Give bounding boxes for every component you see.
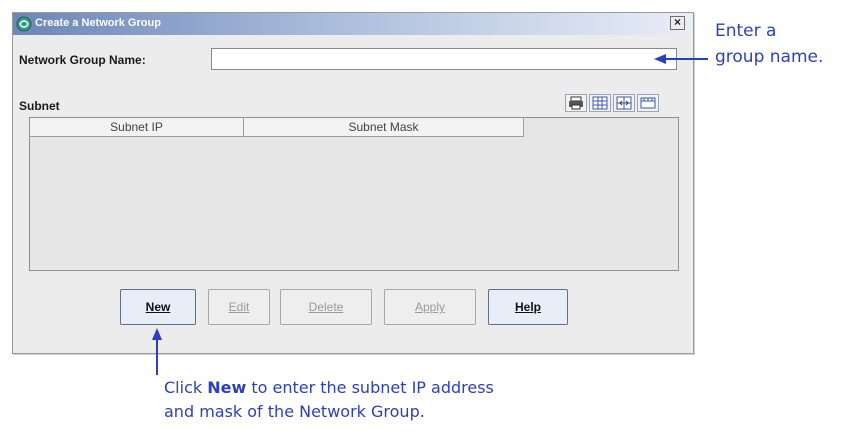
table-toolbar: [565, 94, 659, 112]
new-button-label: New: [145, 300, 171, 314]
print-icon[interactable]: [565, 94, 587, 112]
edit-button-label: Edit: [228, 300, 250, 314]
annotation-top-line1: Enter a: [715, 21, 777, 41]
apply-button-label: Apply: [414, 300, 446, 314]
help-button[interactable]: Help: [488, 289, 568, 325]
delete-button[interactable]: Delete: [280, 289, 372, 325]
export-icon[interactable]: [637, 94, 659, 112]
table-view-icon[interactable]: [589, 94, 611, 112]
annotation-top-line2: group name.: [715, 47, 824, 67]
column-settings-icon[interactable]: [613, 94, 635, 112]
delete-button-label: Delete: [308, 300, 344, 314]
help-button-label: Help: [514, 300, 541, 314]
dialog-title: Create a Network Group: [35, 17, 161, 29]
create-network-group-dialog: Create a Network Group × Network Group N…: [12, 12, 694, 354]
annotation-bottom-line2: and mask of the Network Group.: [164, 402, 425, 421]
annotation-enter-group-name: Enter a group name.: [715, 18, 823, 70]
column-header-subnet-ip[interactable]: Subnet IP: [30, 118, 244, 137]
network-group-name-input[interactable]: [211, 48, 677, 70]
title-bar[interactable]: Create a Network Group ×: [13, 13, 693, 35]
network-group-name-label: Network Group Name:: [19, 53, 146, 67]
annotation-click-new: Click New to enter the subnet IP address…: [164, 376, 494, 424]
subnet-label: Subnet: [19, 99, 60, 113]
apply-button[interactable]: Apply: [384, 289, 476, 325]
column-header-subnet-mask[interactable]: Subnet Mask: [244, 118, 524, 137]
annotation-bottom-strong: New: [207, 378, 247, 397]
edit-button[interactable]: Edit: [208, 289, 270, 325]
app-logo-icon: [16, 16, 32, 32]
close-icon: ×: [673, 15, 681, 29]
close-button[interactable]: ×: [670, 15, 685, 30]
new-button[interactable]: New: [120, 289, 196, 325]
annotation-bottom-pre: Click: [164, 378, 208, 397]
subnet-table[interactable]: Subnet IP Subnet Mask: [29, 117, 679, 271]
annotation-bottom-post: to enter the subnet IP address: [246, 378, 494, 397]
annotation-bottom-line1: Click New to enter the subnet IP address: [164, 376, 494, 400]
